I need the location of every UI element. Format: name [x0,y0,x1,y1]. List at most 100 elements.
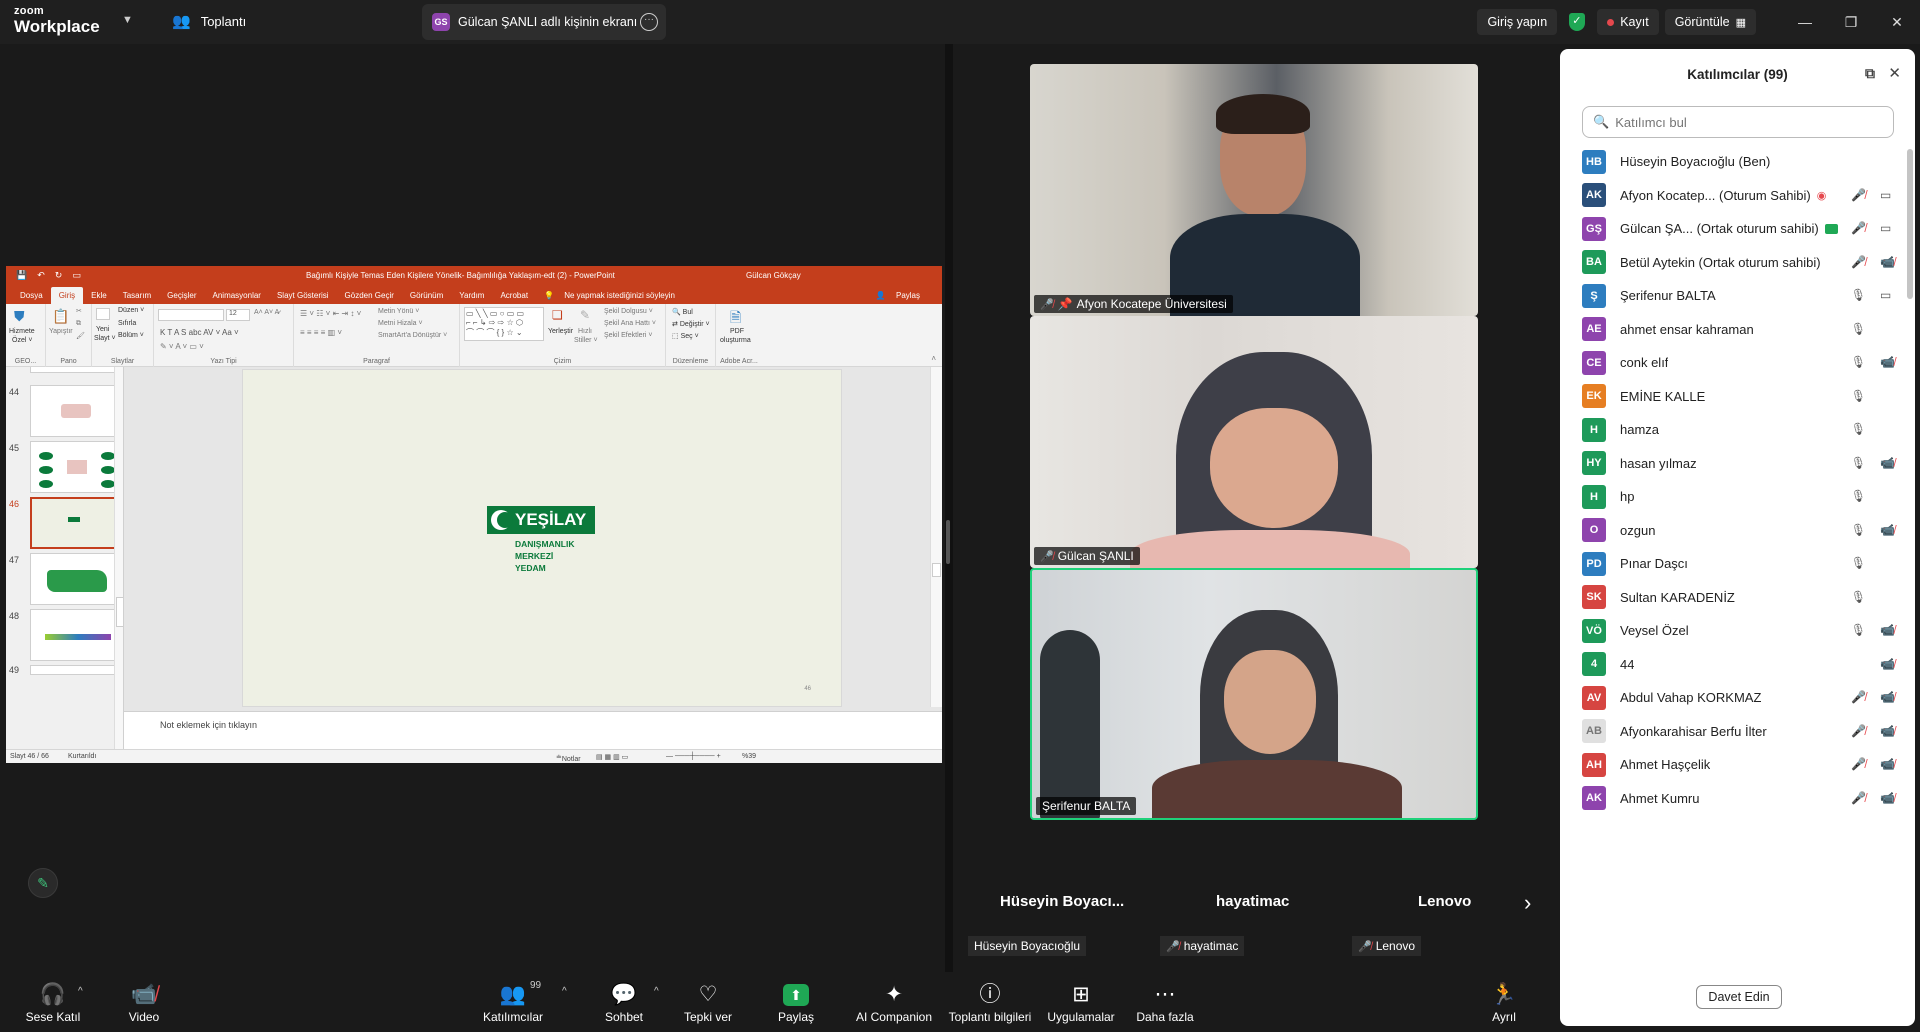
layout-button[interactable]: Düzen ˅ [118,307,144,314]
collapse-ribbon-icon[interactable]: ˄ [931,354,936,363]
font-style-buttons[interactable]: K T A S abc AV ˅ Aa ˅ [160,328,239,337]
annotate-pen-button[interactable]: ✎ [28,868,58,898]
copy-icon[interactable]: ⧉ [76,320,81,328]
redo-icon[interactable]: ↻ [55,270,63,281]
notes-toggle[interactable]: ≐ Notlar [556,753,581,763]
meeting-tab[interactable]: 👥 Toplantı [172,12,246,30]
participant-row[interactable]: AK Ahmet Kumru 🎤̸ 📹̸ [1582,778,1902,819]
ppt-tab[interactable]: Acrobat [492,291,536,304]
thumbnail-scrollbar[interactable] [114,367,123,749]
shape-fill-button[interactable]: Şekil Dolgusu ˅ [604,308,653,315]
zoom-slider[interactable]: — ───┼──── + [666,753,721,760]
ai-companion-button[interactable]: ✦ AI Companion [852,972,936,1032]
chevron-down-icon[interactable]: ▼ [122,14,136,28]
leave-button[interactable]: 🏃 Ayrıl [1482,972,1526,1032]
security-shield-icon[interactable] [1569,13,1586,31]
pop-out-icon[interactable]: ⧉ [1865,65,1875,82]
apps-button[interactable]: ⊞ Uygulamalar [1046,972,1116,1032]
close-icon[interactable]: ✕ [1874,0,1920,44]
video-button[interactable]: 📹̸ Video [116,972,172,1032]
participant-search[interactable]: 🔍 [1582,106,1894,138]
ppt-tab[interactable]: Dosya [12,291,51,304]
font-name-box[interactable] [158,309,224,321]
ppt-tab[interactable]: Ekle [83,291,115,304]
split-divider[interactable] [945,44,953,972]
slide-thumbnail[interactable] [30,385,123,437]
invite-button[interactable]: Davet Edin [1696,985,1782,1009]
undo-icon[interactable]: ↶ [37,270,45,281]
save-icon[interactable]: 💾 [16,270,27,281]
slide-thumbnail[interactable] [30,553,123,605]
share-screen-tab[interactable]: GS Gülcan ŞANLI adlı kişinin ekranı ··· [422,4,666,40]
ppt-tab[interactable]: Slayt Gösterisi [269,291,337,304]
panel-scroll-thumb[interactable] [1907,149,1913,299]
join-audio-button[interactable]: 🎧 Sese Katıl [22,972,84,1032]
shape-effects-button[interactable]: Şekil Efektleri ˅ [604,332,652,339]
ppt-tab[interactable]: Görünüm [402,291,451,304]
smartart-button[interactable]: SmartArt'a Dönüştür ˅ [378,332,447,339]
format-painter-icon[interactable]: 🖌 [76,332,85,340]
ppt-tab[interactable]: Giriş [50,287,84,304]
ppt-tab[interactable]: Yardım [451,291,492,304]
ppt-tab[interactable]: Animasyonlar [205,291,269,304]
panel-scrollbar[interactable] [1907,145,1913,969]
view-buttons[interactable]: ▤ ▦ ▥ ▭ [596,753,628,761]
quick-styles-top[interactable]: Hızlı [578,328,592,335]
gallery-name[interactable]: Lenovo [1418,893,1471,910]
font-color-buttons[interactable]: ✎ ˅ A ˅ ▭ ˅ [160,342,204,351]
pdf-top[interactable]: PDF [730,328,744,335]
slide-thumbnail[interactable] [30,441,123,493]
paste-button[interactable]: Yapıştır [49,328,73,335]
divider-grip[interactable] [946,520,950,564]
find-button[interactable]: 🔍 Bul [672,308,693,316]
select-button[interactable]: ⬚ Seç ˅ [672,332,699,340]
new-slide-bottom[interactable]: Slayt ˅ [94,335,116,342]
share-screen-button[interactable]: ⬆ Paylaş [768,972,824,1032]
cut-icon[interactable]: ✂ [76,307,82,315]
tell-me-search[interactable]: 💡 Ne yapmak istediğinizi söyleyin [536,291,691,304]
slide-thumbnail-selected[interactable] [30,497,123,549]
view-button[interactable]: Görüntüle ▦ [1664,9,1756,35]
more-button[interactable]: ⋯ Daha fazla [1134,972,1196,1032]
video-tile-active-speaker[interactable]: Şerifenur BALTA [1030,568,1478,820]
grow-font-icon[interactable]: A˄ A˅ A̷ [254,309,279,316]
text-direction-button[interactable]: Metin Yönü ˅ [378,308,419,315]
slide-scroll-thumb[interactable] [932,563,941,577]
slide-canvas[interactable]: YEŞİLAY DANIŞMANLIK MERKEZİ YEDAM 46 [242,369,842,707]
chevron-right-icon[interactable]: › [1524,890,1531,916]
sign-in-button[interactable]: Giriş yapın [1477,9,1558,35]
replace-button[interactable]: ⇄ Değiştir ˅ [672,320,710,328]
new-slide-top[interactable]: Yeni [96,326,109,333]
ppt-tab[interactable]: Geçişler [159,291,204,304]
video-tile[interactable]: 🎤̸ 📌 Afyon Kocatepe Üniversitesi [1030,64,1478,316]
present-icon[interactable]: ▭ [72,270,81,281]
record-indicator[interactable]: Kayıt [1597,9,1659,35]
slide-thumbnail[interactable] [30,665,123,675]
shapes-gallery[interactable]: ▭ ╲ ╲ ▭ ○ ▭ ▭ ⌐ ⌐ ↳ ⇨ ⇨ ☆ ⬡ ⌒ ⌒ ⌒ { } ☆ ⌄ [464,307,544,341]
slide-thumbnail[interactable] [30,367,123,373]
ppt-tab[interactable]: Gözden Geçir [337,291,402,304]
font-size-box[interactable]: 12 [226,309,250,321]
arrange-button[interactable]: Yerleştir [548,328,573,335]
restore-icon[interactable]: ❐ [1828,0,1874,44]
list-buttons[interactable]: ☰ ˅ ☷ ˅ ⇤ ⇥ ↕ ˅ [300,309,361,318]
search-input[interactable] [1615,114,1886,130]
minimize-icon[interactable]: — [1782,0,1828,44]
shape-outline-button[interactable]: Şekil Ana Hattı ˅ [604,320,656,327]
more-options-icon[interactable]: ··· [640,13,658,31]
thumbnail-scroll-thumb[interactable] [116,597,123,627]
quick-styles-bottom[interactable]: Stiller ˅ [574,337,598,344]
chevron-up-icon[interactable]: ^ [562,986,567,997]
react-button[interactable]: ♡ Tepki ver [680,972,736,1032]
ppt-tab[interactable]: Tasarım [115,291,159,304]
gallery-name[interactable]: Hüseyin Boyacı... [1000,893,1124,910]
notes-pane[interactable]: Not eklemek için tıklayın [124,711,942,749]
chevron-up-icon[interactable]: ^ [78,986,83,997]
video-tile[interactable]: 🎤̸ Gülcan ŞANLI [1030,316,1478,568]
service-label-top[interactable]: Hizmete [9,328,35,335]
close-icon[interactable]: ✕ [1888,64,1901,82]
chat-button[interactable]: 💬 Sohbet [596,972,652,1032]
chevron-up-icon[interactable]: ^ [654,986,659,997]
section-button[interactable]: Bölüm ˅ [118,332,144,339]
pdf-bottom[interactable]: oluşturma [720,337,751,344]
